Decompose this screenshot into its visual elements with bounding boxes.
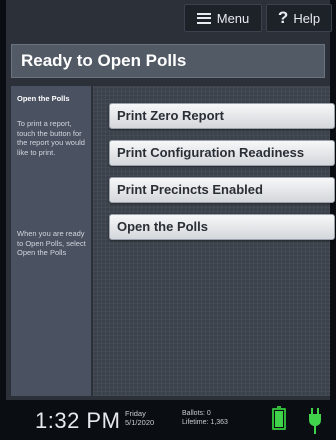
menu-button[interactable]: Menu (184, 4, 262, 32)
status-bar: 1:32 PM Friday 5/1/2020 Ballots: 0 Lifet… (6, 400, 330, 440)
clock: 1:32 PM (35, 408, 121, 433)
page-title: Ready to Open Polls (11, 44, 325, 78)
hamburger-icon (196, 12, 211, 24)
lifetime-counter: Lifetime: 1,363 (182, 419, 228, 426)
day-label: Friday (125, 409, 146, 418)
instructions-heading: Open the Polls (17, 94, 70, 103)
power-plug-icon (309, 408, 321, 434)
question-icon: ? (277, 8, 289, 27)
print-precincts-enabled-button[interactable]: Print Precincts Enabled (109, 177, 335, 203)
open-the-polls-button[interactable]: Open the Polls (109, 214, 335, 240)
ballots-counter: Ballots: 0 (182, 410, 211, 417)
action-panel: Print Zero Report Print Configuration Re… (93, 86, 335, 396)
print-configuration-readiness-button[interactable]: Print Configuration Readiness (109, 140, 335, 166)
top-bar: Menu ? Help (6, 0, 332, 36)
help-label: Help (293, 10, 321, 26)
instructions-panel: Open the Polls To print a report, touch … (11, 86, 91, 396)
battery-full-icon (272, 406, 286, 430)
help-button[interactable]: ? Help (266, 4, 332, 32)
instructions-text: To print a report, touch the button for … (17, 119, 85, 157)
menu-label: Menu (216, 10, 250, 26)
app-frame: Menu ? Help Ready to Open Polls Open the… (6, 0, 335, 440)
instructions-text-open: When you are ready to Open Polls, select… (17, 229, 86, 258)
date-label: 5/1/2020 (125, 418, 155, 427)
ballot-counters: Ballots: 0 Lifetime: 1,363 (182, 409, 228, 427)
print-zero-report-button[interactable]: Print Zero Report (109, 103, 335, 129)
date-display: Friday 5/1/2020 (125, 409, 154, 427)
